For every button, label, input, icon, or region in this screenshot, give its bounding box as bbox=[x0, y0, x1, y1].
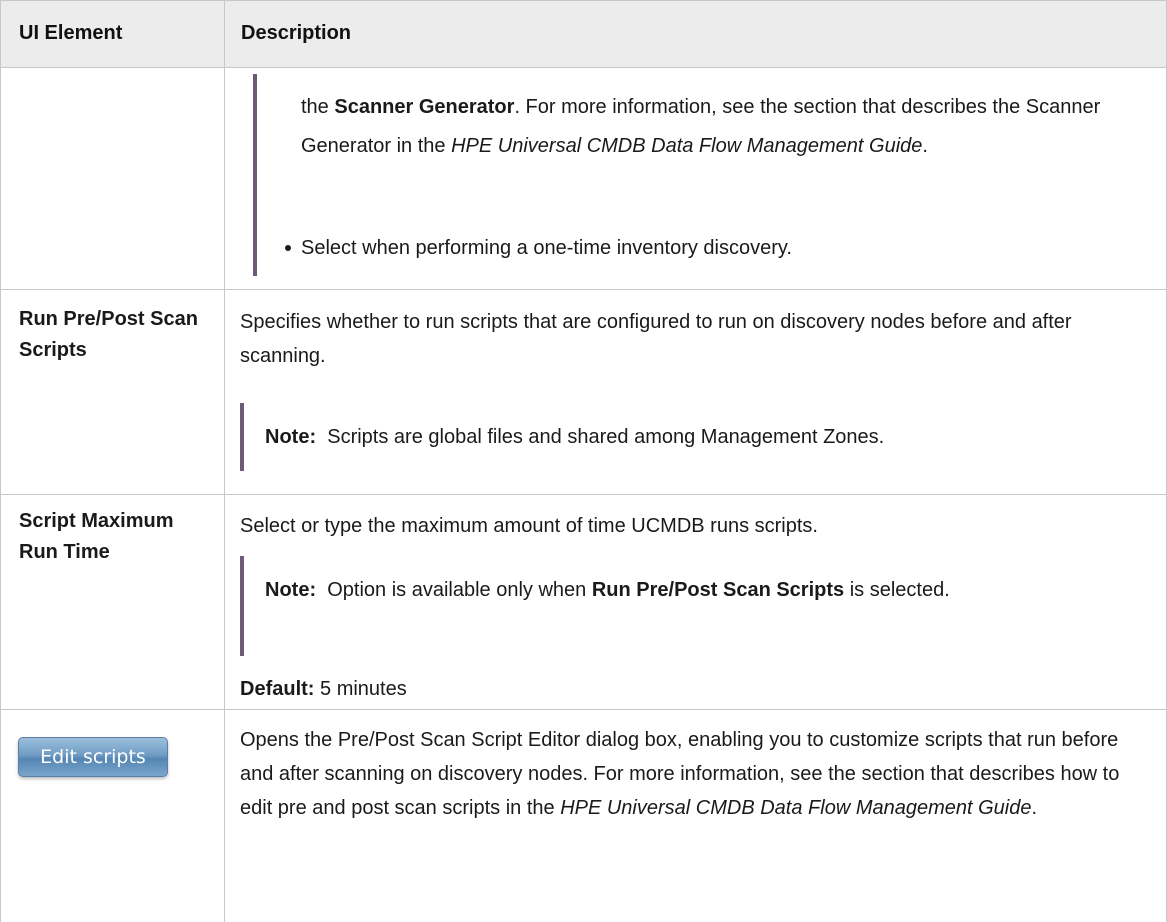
row-divider bbox=[0, 494, 1167, 495]
table-header bbox=[0, 0, 1167, 67]
note-bar bbox=[240, 556, 244, 656]
note-script-maximum-run-time: Note: Option is available only when Run … bbox=[265, 573, 1065, 607]
label-script-maximum-run-time: Script Maximum Run Time bbox=[19, 510, 174, 563]
header-ui-element: UI Element bbox=[19, 22, 123, 44]
description-script-maximum-run-time: Select or type the maximum amount of tim… bbox=[240, 515, 818, 537]
list-indent-bar bbox=[253, 74, 257, 276]
label-run-pre-post-scan-scripts: Run Pre/Post Scan Scripts bbox=[19, 308, 198, 361]
note-run-pre-post-scan-scripts: Note: Scripts are global files and share… bbox=[265, 420, 1145, 454]
ui-element-table: UI Element Description the Scanner Gener… bbox=[0, 0, 1167, 922]
bullet-icon bbox=[285, 245, 291, 251]
scanner-generator-term: Scanner Generator bbox=[334, 96, 515, 118]
row-divider bbox=[0, 709, 1167, 710]
paragraph-text: . bbox=[922, 135, 928, 157]
default-script-maximum-run-time: Default: 5 minutes bbox=[240, 672, 1140, 706]
paragraph-text: the bbox=[301, 96, 335, 118]
note-bar bbox=[240, 403, 244, 471]
description-text: . bbox=[1031, 797, 1038, 819]
description-run-pre-post-scan-scripts: Specifies whether to run scripts that ar… bbox=[240, 311, 1072, 367]
default-label: Default: bbox=[240, 678, 315, 700]
column-divider bbox=[224, 0, 225, 922]
scanner-generator-paragraph: the Scanner Generator. For more informat… bbox=[301, 88, 1141, 166]
guide-title: HPE Universal CMDB Data Flow Management … bbox=[560, 797, 1032, 819]
header-description: Description bbox=[241, 22, 352, 44]
run-pre-post-scan-scripts-term: Run Pre/Post Scan Scripts bbox=[591, 579, 845, 601]
row-divider bbox=[0, 289, 1167, 290]
bullet-item: Select when performing a one-time invent… bbox=[301, 237, 792, 259]
guide-title: HPE Universal CMDB Data Flow Management … bbox=[451, 135, 923, 157]
edit-scripts-button[interactable]: Edit scripts bbox=[18, 737, 168, 777]
default-value: 5 minutes bbox=[320, 678, 407, 700]
table-border-top bbox=[0, 0, 1167, 1]
table-border-left bbox=[0, 0, 1, 922]
note-label: Note: bbox=[265, 426, 317, 448]
note-text: Option is available only when bbox=[327, 579, 592, 601]
note-text: is selected. bbox=[844, 579, 950, 601]
note-label: Note: bbox=[265, 579, 317, 601]
description-edit-scripts: Opens the Pre/Post Scan Script Editor di… bbox=[240, 723, 1150, 825]
header-divider bbox=[0, 67, 1167, 68]
note-text: Scripts are global files and shared amon… bbox=[327, 426, 885, 448]
